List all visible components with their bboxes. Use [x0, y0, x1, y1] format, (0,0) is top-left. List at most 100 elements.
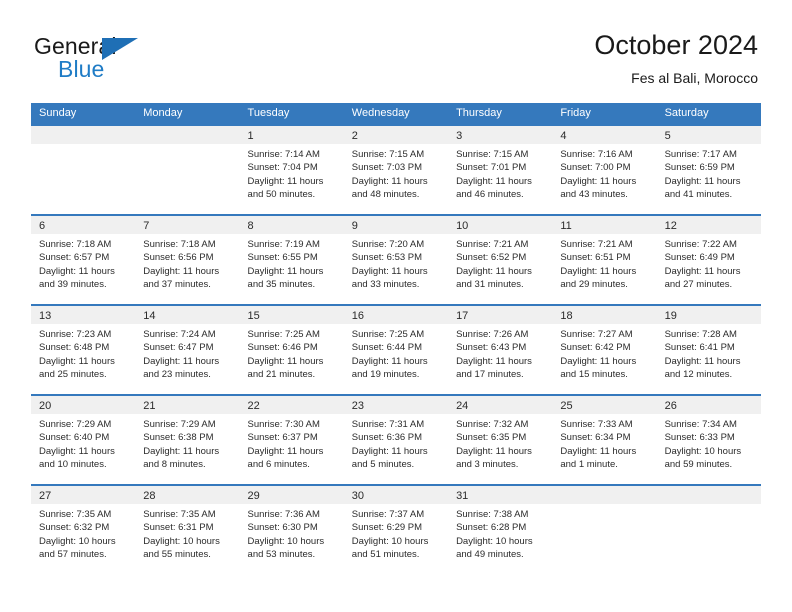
date-number: 1: [247, 130, 254, 142]
day-info-line: Sunset: 6:43 PM: [456, 342, 527, 354]
day-info-line: Daylight: 11 hours: [143, 265, 220, 277]
calendar-day-cell[interactable]: 23 Sunrise: 7:31 AM Sunset: 6:36 PM Dayligh…: [343, 396, 449, 484]
day-info-line: Sunset: 6:31 PM: [143, 522, 214, 534]
day-info-line: Sunrise: 7:15 AM: [351, 149, 425, 160]
calendar-day-cell[interactable]: 15 Sunrise: 7:25 AM Sunset: 6:46 PM Dayligh…: [239, 306, 344, 394]
calendar-day-cell[interactable]: 22 Sunrise: 7:30 AM Sunset: 6:37 PM Dayligh…: [239, 396, 344, 484]
day-info-line: Sunrise: 7:30 AM: [247, 419, 320, 430]
calendar-day-cell[interactable]: 14 Sunrise: 7:24 AM Sunset: 6:47 PM Dayligh…: [135, 306, 240, 394]
date-band: [135, 126, 240, 144]
day-info-line: Daylight: 11 hours: [456, 265, 532, 277]
date-number: 31: [456, 490, 469, 502]
day-info-line: and 12 minutes.: [664, 368, 733, 380]
day-info-line: and 25 minutes.: [39, 368, 107, 380]
day-info-line: Sunrise: 7:18 AM: [143, 239, 216, 250]
day-info-line: and 6 minutes.: [247, 458, 310, 470]
day-info-line: Daylight: 10 hours: [143, 535, 220, 547]
calendar-day-cell[interactable]: 27 Sunrise: 7:35 AM Sunset: 6:32 PM Dayligh…: [31, 486, 136, 574]
calendar-day-cell[interactable]: 19 Sunrise: 7:28 AM Sunset: 6:41 PM Dayligh…: [656, 306, 761, 394]
day-info-line: Daylight: 11 hours: [560, 175, 637, 187]
day-info-line: and 48 minutes.: [351, 188, 420, 200]
day-info-line: Sunrise: 7:31 AM: [351, 419, 425, 430]
day-info-line: and 49 minutes.: [456, 548, 524, 560]
calendar-day-cell[interactable]: 31 Sunrise: 7:38 AM Sunset: 6:28 PM Dayligh…: [448, 486, 553, 574]
date-band: 28: [135, 486, 240, 504]
day-info-line: Sunset: 6:52 PM: [456, 252, 527, 264]
calendar-day-cell[interactable]: 3 Sunrise: 7:15 AM Sunset: 7:01 PM Daylight…: [448, 126, 553, 214]
date-number: 27: [39, 490, 52, 502]
day-sun-info: Sunrise: 7:18 AM Sunset: 6:57 PM Daylight:…: [31, 234, 135, 291]
calendar-day-cell[interactable]: 11 Sunrise: 7:21 AM Sunset: 6:51 PM Dayligh…: [552, 216, 657, 304]
day-info-line: Daylight: 11 hours: [456, 175, 532, 187]
date-number: 22: [247, 400, 260, 412]
day-info-line: Daylight: 11 hours: [664, 355, 741, 367]
calendar-day-cell[interactable]: 26 Sunrise: 7:34 AM Sunset: 6:33 PM Dayligh…: [656, 396, 761, 484]
calendar-day-cell[interactable]: 5 Sunrise: 7:17 AM Sunset: 6:59 PM Daylight…: [656, 126, 761, 214]
day-info-line: Sunrise: 7:29 AM: [143, 419, 216, 430]
calendar-day-cell[interactable]: 13 Sunrise: 7:23 AM Sunset: 6:48 PM Dayligh…: [31, 306, 136, 394]
day-info-line: Daylight: 11 hours: [351, 265, 428, 277]
day-info-line: Daylight: 11 hours: [560, 355, 637, 367]
date-number: 16: [351, 310, 365, 322]
date-number: 13: [39, 310, 52, 322]
calendar-day-cell[interactable]: 18 Sunrise: 7:27 AM Sunset: 6:42 PM Dayligh…: [552, 306, 657, 394]
general-blue-logo[interactable]: General Blue: [34, 33, 204, 83]
calendar-day-cell[interactable]: 12 Sunrise: 7:22 AM Sunset: 6:49 PM Dayligh…: [656, 216, 761, 304]
day-info-line: Sunrise: 7:26 AM: [456, 329, 529, 340]
day-info-line: Sunrise: 7:21 AM: [456, 239, 529, 250]
logo-triangle-icon: [102, 38, 138, 60]
day-info-line: Daylight: 11 hours: [247, 355, 324, 367]
calendar-day-cell[interactable]: 1 Sunrise: 7:14 AM Sunset: 7:04 PM Daylight…: [239, 126, 344, 214]
calendar-day-cell[interactable]: 4 Sunrise: 7:16 AM Sunset: 7:00 PM Daylight…: [552, 126, 657, 214]
date-band: 23: [343, 396, 449, 414]
calendar-day-cell[interactable]: 20 Sunrise: 7:29 AM Sunset: 6:40 PM Dayligh…: [31, 396, 136, 484]
calendar-day-cell[interactable]: 21 Sunrise: 7:29 AM Sunset: 6:38 PM Dayligh…: [135, 396, 240, 484]
calendar-day-cell[interactable]: 17 Sunrise: 7:26 AM Sunset: 6:43 PM Dayligh…: [448, 306, 553, 394]
day-sun-info: Sunrise: 7:17 AM Sunset: 6:59 PM Daylight:…: [657, 144, 761, 201]
calendar-day-cell[interactable]: 28 Sunrise: 7:35 AM Sunset: 6:31 PM Dayligh…: [135, 486, 240, 574]
day-sun-info: Sunrise: 7:37 AM Sunset: 6:29 PM Daylight:…: [344, 504, 448, 561]
date-band: [31, 126, 136, 144]
date-band: 2: [343, 126, 449, 144]
date-band: 19: [656, 306, 761, 324]
calendar-day-cell[interactable]: 2 Sunrise: 7:15 AM Sunset: 7:03 PM Daylight…: [343, 126, 449, 214]
weekday-header-sunday: Sunday: [39, 107, 77, 119]
date-band: 22: [239, 396, 344, 414]
calendar-day-cell[interactable]: 16 Sunrise: 7:25 AM Sunset: 6:44 PM Dayligh…: [343, 306, 449, 394]
calendar-day-cell[interactable]: 30 Sunrise: 7:37 AM Sunset: 6:29 PM Dayligh…: [343, 486, 449, 574]
calendar-day-cell[interactable]: 10 Sunrise: 7:21 AM Sunset: 6:52 PM Dayligh…: [448, 216, 553, 304]
calendar-day-cell[interactable]: 9 Sunrise: 7:20 AM Sunset: 6:53 PM Daylight…: [343, 216, 449, 304]
calendar-weeks: 1 Sunrise: 7:14 AM Sunset: 7:04 PM Daylight…: [31, 124, 761, 574]
day-sun-info: Sunrise: 7:34 AM Sunset: 6:33 PM Daylight:…: [657, 414, 761, 471]
day-info-line: Sunrise: 7:17 AM: [664, 149, 737, 160]
day-info-line: Sunrise: 7:29 AM: [39, 419, 112, 430]
calendar-day-cell[interactable]: 25 Sunrise: 7:33 AM Sunset: 6:34 PM Dayligh…: [552, 396, 657, 484]
date-band: 26: [656, 396, 761, 414]
day-info-line: Sunset: 6:47 PM: [143, 342, 214, 354]
date-band: 11: [552, 216, 657, 234]
day-info-line: Sunrise: 7:14 AM: [247, 149, 320, 160]
day-info-line: and 41 minutes.: [664, 188, 733, 200]
day-sun-info: Sunrise: 7:35 AM Sunset: 6:32 PM Daylight:…: [31, 504, 135, 561]
day-sun-info: Sunrise: 7:16 AM Sunset: 7:00 PM Daylight:…: [552, 144, 656, 201]
date-number: 11: [560, 220, 572, 232]
date-band: [552, 486, 657, 504]
calendar-day-cell[interactable]: 8 Sunrise: 7:19 AM Sunset: 6:55 PM Daylight…: [239, 216, 344, 304]
date-band: 6: [31, 216, 136, 234]
day-info-line: Sunset: 6:33 PM: [664, 432, 735, 444]
day-info-line: Sunrise: 7:24 AM: [143, 329, 216, 340]
day-info-line: and 8 minutes.: [143, 458, 206, 470]
day-info-line: Daylight: 11 hours: [560, 445, 637, 457]
date-band: 18: [552, 306, 657, 324]
calendar-day-cell[interactable]: 29 Sunrise: 7:36 AM Sunset: 6:30 PM Dayligh…: [239, 486, 344, 574]
date-band: 3: [448, 126, 553, 144]
day-info-line: Daylight: 11 hours: [247, 445, 324, 457]
calendar-day-cell[interactable]: 24 Sunrise: 7:32 AM Sunset: 6:35 PM Dayligh…: [448, 396, 553, 484]
day-info-line: Sunset: 6:34 PM: [560, 432, 631, 444]
calendar-day-cell[interactable]: 7 Sunrise: 7:18 AM Sunset: 6:56 PM Daylight…: [135, 216, 240, 304]
day-info-line: Sunset: 6:40 PM: [39, 432, 110, 444]
calendar-day-cell[interactable]: 6 Sunrise: 7:18 AM Sunset: 6:57 PM Daylight…: [31, 216, 136, 304]
calendar-week-row: 13 Sunrise: 7:23 AM Sunset: 6:48 PM Dayligh…: [31, 304, 761, 394]
day-info-line: Sunset: 6:57 PM: [39, 252, 110, 264]
day-info-line: Sunset: 6:36 PM: [351, 432, 423, 444]
